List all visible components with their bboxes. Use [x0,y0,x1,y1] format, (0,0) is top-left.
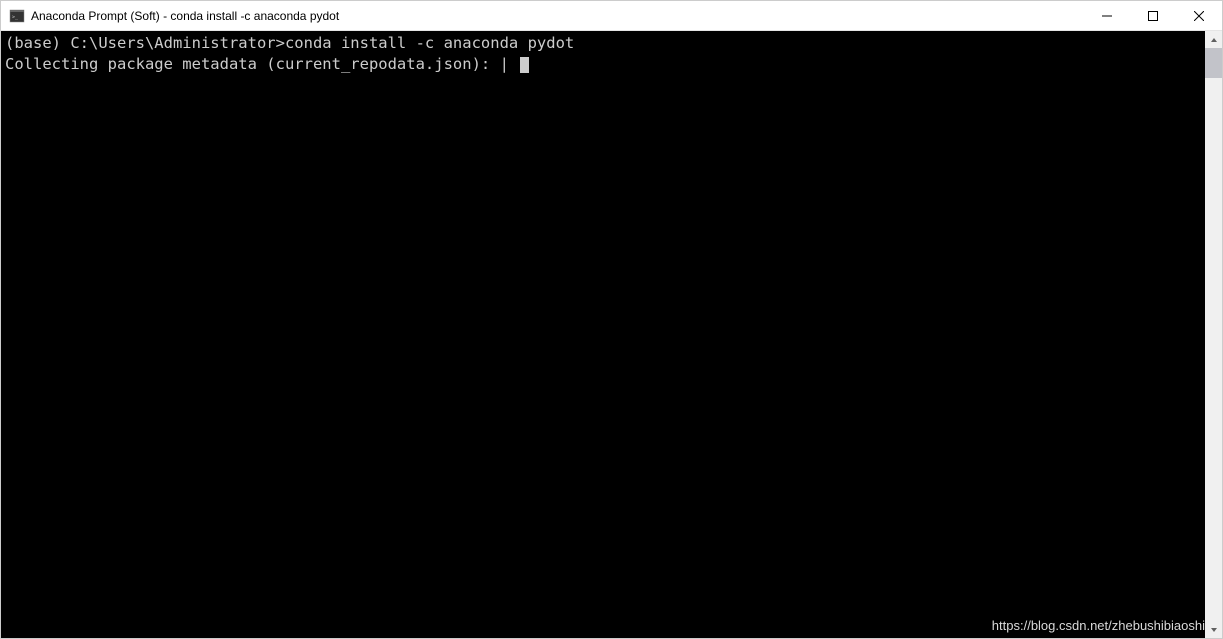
titlebar[interactable]: >_ Anaconda Prompt (Soft) - conda instal… [1,1,1222,31]
terminal-window: >_ Anaconda Prompt (Soft) - conda instal… [0,0,1223,639]
terminal-text: Collecting package metadata (current_rep… [5,55,518,73]
terminal-app-icon: >_ [9,8,25,24]
window-controls [1084,1,1222,30]
vertical-scrollbar[interactable] [1205,31,1222,638]
maximize-button[interactable] [1130,1,1176,30]
cursor-icon [520,57,529,73]
terminal-output[interactable]: (base) C:\Users\Administrator>conda inst… [1,31,1205,638]
scrollbar-down-arrow-icon[interactable] [1205,621,1222,638]
svg-text:>_: >_ [12,14,19,20]
terminal-line: Collecting package metadata (current_rep… [5,54,1201,75]
scrollbar-up-arrow-icon[interactable] [1205,31,1222,48]
window-title: Anaconda Prompt (Soft) - conda install -… [31,9,1084,23]
close-button[interactable] [1176,1,1222,30]
terminal-line: (base) C:\Users\Administrator>conda inst… [5,33,1201,54]
scrollbar-track[interactable] [1205,48,1222,621]
minimize-button[interactable] [1084,1,1130,30]
terminal-container: (base) C:\Users\Administrator>conda inst… [1,31,1222,638]
scrollbar-thumb[interactable] [1205,48,1222,78]
